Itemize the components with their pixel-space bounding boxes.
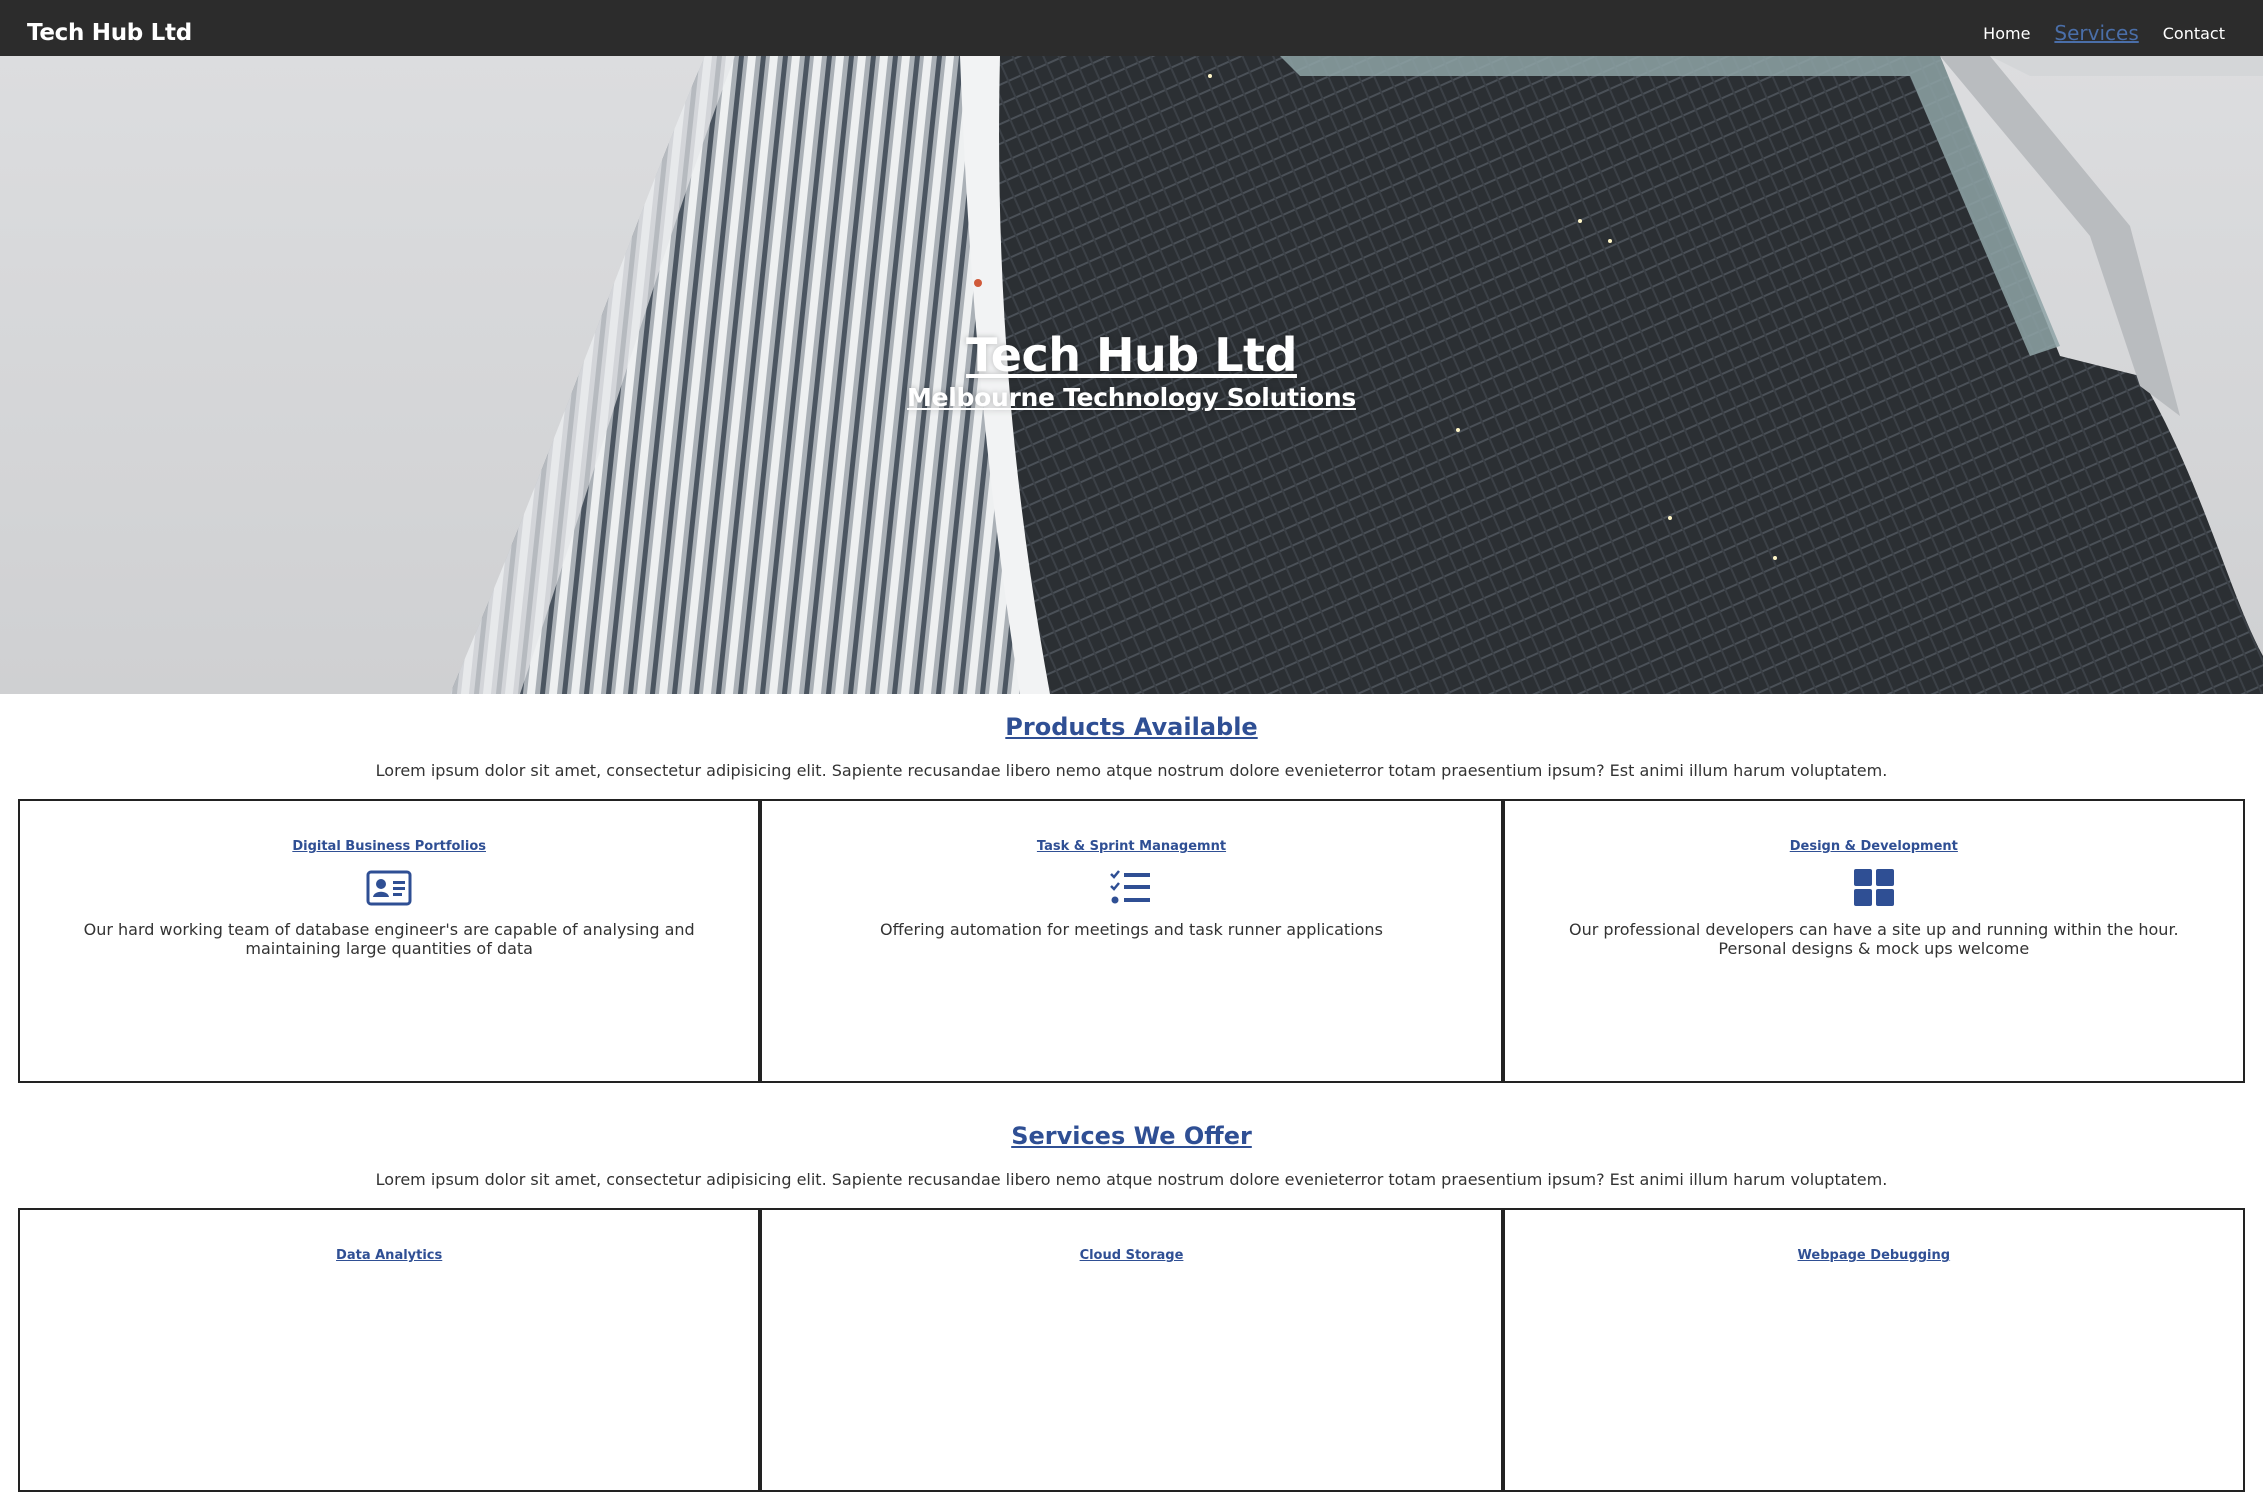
service-card-cloud: Cloud Storage: [760, 1208, 1503, 1492]
card-title-link[interactable]: Cloud Storage: [762, 1248, 1500, 1263]
card-title-link[interactable]: Design & Development: [1505, 839, 2243, 854]
grid-icon: [1853, 869, 1894, 906]
task-list-icon: [1110, 870, 1151, 904]
nav-link-services[interactable]: Services: [2054, 21, 2138, 45]
product-card-task: Task & Sprint Managemnt Offering automat…: [760, 799, 1503, 1083]
card-title-link[interactable]: Digital Business Portfolios: [20, 839, 758, 854]
service-card-debugging: Webpage Debugging: [1502, 1208, 2245, 1492]
navbar: Tech Hub Ltd Home Services Contact: [0, 0, 2263, 56]
nav-links: Home Services Contact: [1959, 21, 2225, 45]
hero-subtitle: Melbourne Technology Solutions: [907, 382, 1356, 412]
hero-title: Tech Hub Ltd: [966, 328, 1297, 382]
products-description: Lorem ipsum dolor sit amet, consectetur …: [375, 761, 1888, 780]
card-title-link[interactable]: Webpage Debugging: [1505, 1248, 2243, 1263]
product-card-portfolios: Digital Business Portfolios Our hard wor…: [18, 799, 761, 1083]
hero-text: Tech Hub Ltd Melbourne Technology Soluti…: [0, 330, 2263, 412]
products-title: Products Available: [1005, 713, 1258, 741]
nav-link-contact[interactable]: Contact: [2163, 24, 2225, 43]
service-card-analytics: Data Analytics: [18, 1208, 761, 1492]
services-cards: Data Analytics Cloud Storage Webpage Deb…: [18, 1208, 2245, 1492]
card-text: Offering automation for meetings and tas…: [880, 920, 1383, 939]
products-cards: Digital Business Portfolios Our hard wor…: [18, 799, 2245, 1083]
nav-link-home[interactable]: Home: [1983, 24, 2030, 43]
id-card-icon: [366, 870, 412, 906]
card-text: Our hard working team of database engine…: [83, 920, 695, 958]
card-title-link[interactable]: Data Analytics: [20, 1248, 758, 1263]
services-title: Services We Offer: [1011, 1122, 1252, 1150]
card-text: Our professional developers can have a s…: [1568, 920, 2179, 958]
product-card-design: Design & Development Our professional de…: [1502, 799, 2245, 1083]
services-description: Lorem ipsum dolor sit amet, consectetur …: [375, 1170, 1888, 1189]
card-title-link[interactable]: Task & Sprint Managemnt: [762, 839, 1500, 854]
hero-banner: Tech Hub Ltd Melbourne Technology Soluti…: [0, 56, 2263, 694]
brand-logo-link[interactable]: Tech Hub Ltd: [27, 20, 192, 46]
